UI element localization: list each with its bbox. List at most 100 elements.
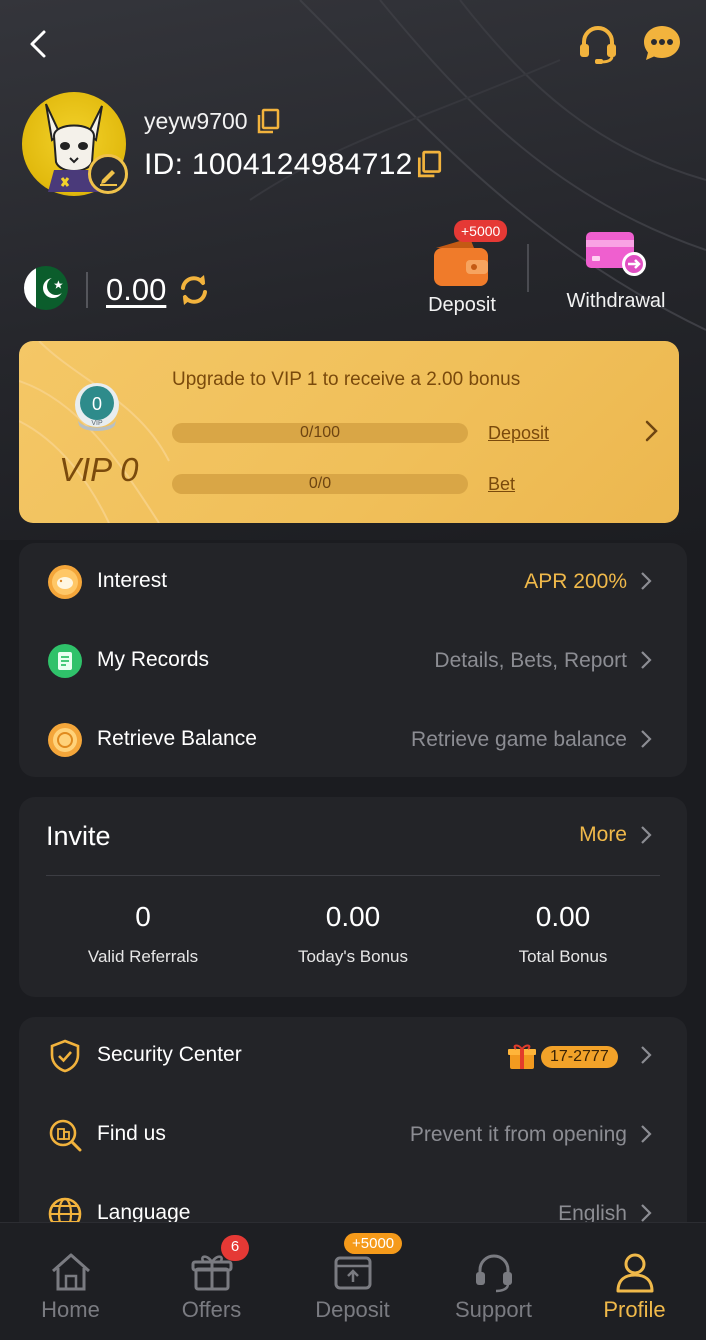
menu-item-value: Details, Bets, Report [434, 649, 627, 672]
headset-icon [475, 1254, 512, 1293]
chat-button[interactable] [640, 22, 684, 66]
deposit-bonus-tag: +5000 [454, 220, 508, 242]
stat-value: 0.00 [535, 901, 591, 932]
menu-item-value: Prevent it from opening [409, 1123, 627, 1146]
copy-icon [257, 108, 280, 134]
deposit-progress-text: 0/100 [299, 424, 341, 441]
menu-item-label: Security Center [97, 1043, 242, 1066]
vip-upgrade-text: Upgrade to VIP 1 to receive a 2.00 bonus [172, 369, 521, 390]
nav-label: Profile [603, 1297, 666, 1322]
user-id: ID: 1004124984712 [144, 148, 413, 181]
menu-item-find-us[interactable]: Find us Prevent it from opening [19, 1100, 687, 1170]
withdrawal-label: Withdrawal [566, 290, 666, 312]
deposit-bonus-badge: +5000 [344, 1233, 403, 1254]
deposit-icon [334, 1256, 371, 1290]
invite-title: Invite [46, 821, 111, 851]
reward-pill: 17-2777 [541, 1046, 618, 1068]
country-flag[interactable] [24, 266, 68, 310]
nav-home[interactable]: Home [0, 1223, 141, 1340]
chevron-right-icon [641, 1046, 652, 1064]
nav-label: Support [454, 1297, 533, 1322]
pencil-icon [100, 170, 117, 186]
chevron-right-icon [641, 826, 652, 844]
chevron-right-icon [641, 651, 652, 669]
menu-item-value: Retrieve game balance [411, 728, 627, 751]
nav-profile[interactable]: Profile [564, 1223, 705, 1340]
menu-item-label: Interest [97, 569, 168, 592]
user-icon [616, 1253, 653, 1293]
nav-offers[interactable]: 6 Offers [141, 1223, 282, 1340]
header-bar [0, 18, 706, 74]
back-button[interactable] [22, 26, 58, 62]
wallet-balance[interactable]: 0.00 [106, 272, 166, 308]
chevron-right-icon [641, 1204, 652, 1222]
nav-label: Offers [181, 1297, 242, 1322]
records-icon [48, 644, 82, 678]
vip-bet-link[interactable]: Bet [488, 474, 515, 495]
divider [527, 244, 529, 292]
chevron-right-icon [641, 1125, 652, 1143]
vip-medal-level: 0 [92, 394, 102, 414]
vip-card[interactable]: 0 VIP VIP 0 Upgrade to VIP 1 to receive … [19, 341, 679, 523]
vip-medal-text: VIP [91, 420, 103, 427]
stat-value: 0.00 [325, 901, 381, 932]
copy-icon [417, 150, 442, 178]
deposit-progress-bar: 0/100 [172, 423, 468, 443]
card-transfer-icon [586, 232, 646, 276]
invite-panel: Invite More 0 Valid Referrals 0.00 Today… [19, 797, 687, 997]
coin-icon [48, 723, 82, 757]
headset-icon [580, 26, 616, 64]
edit-avatar-button[interactable] [88, 154, 128, 194]
chevron-left-icon [30, 30, 46, 58]
vip-level: VIP 0 [59, 451, 139, 488]
stat-total-bonus: 0.00 Total Bonus [463, 901, 663, 967]
menu-item-label: Find us [97, 1122, 166, 1145]
stat-caption: Today's Bonus [297, 947, 409, 966]
wallet-icon [434, 238, 488, 286]
withdrawal-quick-button[interactable]: Withdrawal [560, 228, 672, 318]
menu-item-interest[interactable]: Interest APR 200% [19, 547, 687, 617]
deposit-quick-button[interactable]: +5000 Deposit [420, 220, 508, 320]
security-reward-badge: 17-2777 [507, 1043, 627, 1071]
gift-icon [508, 1044, 536, 1069]
bottom-nav: Home 6 Offers +5000 Deposit Support Prof… [0, 1222, 706, 1340]
stat-value: 0 [135, 901, 151, 932]
nav-label: Deposit [315, 1297, 390, 1322]
chevron-right-icon [641, 730, 652, 748]
bet-progress-bar: 0/0 [172, 474, 468, 494]
refresh-icon [181, 275, 207, 305]
chat-bubble-icon [644, 26, 680, 60]
menu-item-label: Retrieve Balance [97, 727, 257, 750]
menu-item-my-records[interactable]: My Records Details, Bets, Report [19, 626, 687, 696]
chevron-right-icon [641, 572, 652, 590]
search-building-icon [49, 1119, 82, 1152]
stat-caption: Valid Referrals [87, 947, 199, 966]
pakistan-flag-icon [24, 266, 68, 310]
stat-todays-bonus: 0.00 Today's Bonus [253, 901, 453, 967]
vip-medal-icon: 0 VIP [75, 383, 119, 431]
offers-count-badge: 6 [221, 1235, 249, 1261]
invite-more-link[interactable]: More [579, 823, 627, 847]
copy-id-button[interactable] [416, 150, 442, 178]
nav-deposit[interactable]: +5000 Deposit [282, 1223, 423, 1340]
divider [46, 875, 660, 876]
account-menu-panel: Interest APR 200% My Records Details, Be… [19, 543, 687, 777]
shield-check-icon [50, 1039, 80, 1073]
deposit-label: Deposit [428, 294, 496, 316]
home-icon [51, 1253, 90, 1291]
nav-support[interactable]: Support [423, 1223, 564, 1340]
support-button[interactable] [576, 22, 620, 66]
menu-item-retrieve-balance[interactable]: Retrieve Balance Retrieve game balance [19, 705, 687, 775]
stat-valid-referrals: 0 Valid Referrals [43, 901, 243, 967]
stat-caption: Total Bonus [518, 947, 608, 966]
username: yeyw9700 [144, 108, 248, 134]
bet-progress-text: 0/0 [308, 475, 332, 492]
refresh-balance-button[interactable] [178, 274, 210, 306]
settings-menu-panel: Security Center 17-2777 Find us Prevent … [19, 1017, 687, 1257]
copy-username-button[interactable] [256, 108, 280, 134]
divider [86, 272, 88, 308]
chevron-right-icon [645, 420, 658, 442]
vip-deposit-link[interactable]: Deposit [488, 423, 549, 444]
menu-item-security-center[interactable]: Security Center 17-2777 [19, 1021, 687, 1091]
nav-label: Home [41, 1297, 100, 1322]
